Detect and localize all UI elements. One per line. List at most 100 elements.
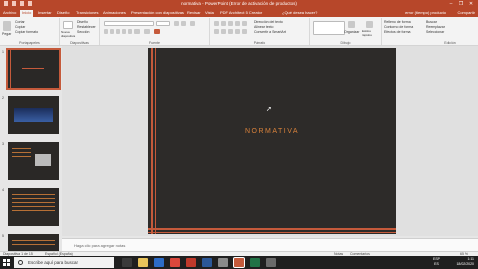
app-icon[interactable]	[266, 258, 276, 267]
system-clock[interactable]: 1:11 18/02/2020	[456, 257, 474, 267]
arrange-icon[interactable]	[348, 21, 355, 28]
font-family-select[interactable]	[104, 21, 154, 26]
slide-thumbnail[interactable]: 2	[2, 96, 59, 134]
align-center-icon[interactable]	[221, 29, 226, 34]
new-slide-button[interactable]: Nueva diapositiva	[61, 30, 77, 38]
app-icon[interactable]	[218, 258, 228, 267]
mail-icon[interactable]	[154, 258, 164, 267]
format-painter-button[interactable]: Copiar formato	[15, 30, 38, 34]
bullets-icon[interactable]	[214, 21, 219, 26]
current-slide[interactable]: NORMATIVA ➚	[148, 48, 396, 234]
acrobat-icon[interactable]	[186, 258, 196, 267]
reset-button[interactable]: Restablecer	[77, 25, 96, 29]
line-spacing-icon[interactable]	[242, 21, 247, 26]
tab-transiciones[interactable]: Transiciones	[76, 10, 99, 15]
task-view-icon[interactable]	[122, 258, 132, 267]
clear-format-icon[interactable]	[190, 21, 195, 26]
shape-outline-button[interactable]: Contorno de forma	[384, 25, 413, 29]
notes-placeholder[interactable]: Haga clic para agregar notas	[74, 243, 125, 248]
excel-icon[interactable]	[250, 258, 260, 267]
group-label: Diapositivas	[70, 41, 89, 45]
tab-presentacion[interactable]: Presentación con diapositivas	[131, 10, 184, 15]
justify-icon[interactable]	[235, 29, 240, 34]
tab-archivo[interactable]: Archivo	[3, 10, 16, 15]
close-button[interactable]: ✕	[466, 0, 476, 9]
maximize-button[interactable]: ❐	[456, 0, 466, 9]
slide-thumbnail[interactable]: 4	[2, 188, 59, 226]
find-button[interactable]: Buscar	[426, 20, 437, 24]
group-drawing: Organizar Estilos rápidos Dibujo	[310, 18, 382, 45]
tab-inicio[interactable]: Inicio	[20, 10, 34, 17]
slide-thumbnail-panel[interactable]: 1 2 3 4 5	[0, 46, 62, 251]
account-name[interactable]: error (tiempo) producto	[405, 10, 446, 15]
layout-button[interactable]: Diseño	[77, 20, 88, 24]
slide-thumbnail[interactable]: 3	[2, 142, 59, 180]
char-spacing-icon[interactable]	[134, 29, 140, 34]
underline-icon[interactable]	[116, 29, 120, 34]
copy-button[interactable]: Copiar	[15, 25, 25, 29]
shapes-gallery[interactable]	[313, 21, 345, 35]
group-editing: Buscar Reemplazar Seleccionar Edición	[422, 18, 478, 45]
tab-insertar[interactable]: Insertar	[38, 10, 52, 15]
tell-me-search[interactable]: ¿Qué desea hacer?	[282, 10, 317, 15]
text-direction-button[interactable]: Dirección del texto	[254, 20, 283, 24]
columns-icon[interactable]	[242, 29, 247, 34]
new-slide-icon[interactable]	[63, 21, 73, 29]
word-icon[interactable]	[202, 258, 212, 267]
windows-start-icon[interactable]	[3, 259, 10, 266]
replace-button[interactable]: Reemplazar	[426, 25, 445, 29]
slide-thumbnail[interactable]: 5	[2, 234, 59, 251]
bold-icon[interactable]	[104, 29, 108, 34]
cut-button[interactable]: Cortar	[15, 20, 25, 24]
slide-decoration	[148, 228, 396, 230]
tab-diseno[interactable]: Diseño	[57, 10, 69, 15]
input-language[interactable]: ESP ES	[433, 257, 440, 267]
group-label: Edición	[444, 41, 456, 45]
ribbon-tabs: Archivo Inicio Insertar Diseño Transicio…	[0, 9, 478, 17]
group-label: Portapapeles	[19, 41, 40, 45]
shape-effects-button[interactable]: Efectos de forma	[384, 30, 410, 34]
grow-font-icon[interactable]	[174, 21, 179, 26]
select-button[interactable]: Seleccionar	[426, 30, 444, 34]
minimize-button[interactable]: –	[446, 0, 456, 9]
tab-animaciones[interactable]: Animaciones	[103, 10, 126, 15]
slide-image	[14, 108, 53, 122]
align-text-button[interactable]: Alinear texto	[254, 25, 273, 29]
file-explorer-icon[interactable]	[138, 258, 148, 267]
font-size-select[interactable]	[156, 21, 170, 26]
font-color-icon[interactable]	[154, 29, 160, 34]
align-right-icon[interactable]	[228, 29, 233, 34]
quick-styles-icon[interactable]	[366, 21, 373, 28]
decrease-indent-icon[interactable]	[228, 21, 233, 26]
section-button[interactable]: Sección	[77, 30, 89, 34]
shape-fill-button[interactable]: Relleno de forma	[384, 20, 411, 24]
title-bar: normativa - PowerPoint (Error de activac…	[0, 0, 478, 9]
tab-pdf-architect[interactable]: PDF Architect 5 Creator	[220, 10, 262, 15]
browser-icon[interactable]	[170, 258, 180, 267]
slide-title[interactable]: NORMATIVA	[148, 128, 396, 135]
slide-number: 5	[2, 234, 4, 238]
align-left-icon[interactable]	[214, 29, 219, 34]
tab-vista[interactable]: Vista	[205, 10, 214, 15]
paste-icon[interactable]	[3, 21, 11, 31]
group-font: Fuente	[100, 18, 210, 45]
notes-pane[interactable]: Haga clic para agregar notas	[62, 238, 478, 251]
arrange-button[interactable]: Organizar	[344, 30, 359, 34]
powerpoint-icon[interactable]	[233, 257, 245, 268]
slide-thumbnail[interactable]: 1	[2, 48, 61, 90]
shadow-icon[interactable]	[122, 29, 126, 34]
tab-revisar[interactable]: Revisar	[187, 10, 201, 15]
taskbar-search-box[interactable]: Escribe aquí para buscar	[14, 257, 114, 268]
smartart-button[interactable]: Convertir a SmartArt	[254, 30, 286, 34]
change-case-icon[interactable]	[144, 29, 150, 34]
windows-taskbar: Escribe aquí para buscar ESP ES 1:11 18/…	[0, 256, 478, 269]
increase-indent-icon[interactable]	[235, 21, 240, 26]
paste-label[interactable]: Pegar	[2, 32, 11, 36]
strikethrough-icon[interactable]	[128, 29, 132, 34]
italic-icon[interactable]	[110, 29, 114, 34]
ribbon: Pegar Cortar Copiar Copiar formato Porta…	[0, 17, 478, 46]
shrink-font-icon[interactable]	[181, 21, 186, 26]
share-button[interactable]: Compartir	[457, 10, 475, 15]
numbering-icon[interactable]	[221, 21, 226, 26]
quick-styles-button[interactable]: Estilos rápidos	[362, 29, 380, 37]
